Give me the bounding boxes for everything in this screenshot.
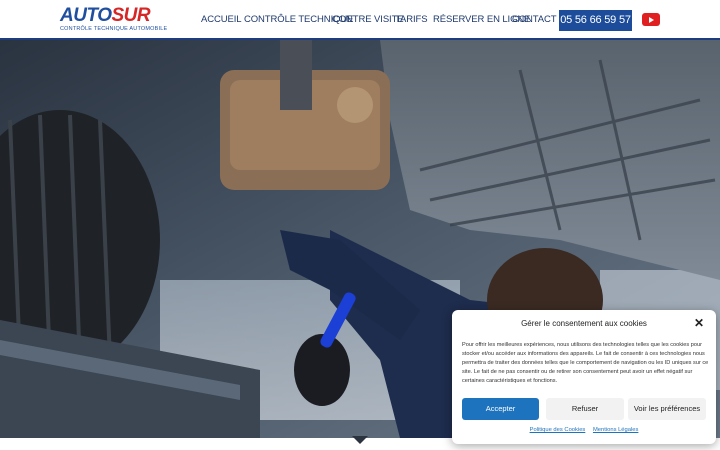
- preferences-button[interactable]: Voir les préférences: [628, 398, 706, 420]
- nav-tarifs[interactable]: TARIFS: [395, 14, 428, 25]
- legal-notice-link[interactable]: Mentions Légales: [593, 427, 638, 433]
- phone-button[interactable]: 05 56 66 59 57: [559, 10, 632, 31]
- nav-contact[interactable]: CONTACT: [512, 14, 557, 25]
- scroll-down-icon[interactable]: [352, 436, 368, 444]
- consent-title: Gérer le consentement aux cookies: [521, 319, 647, 328]
- nav-accueil[interactable]: ACCUEIL: [201, 14, 242, 25]
- cookie-policy-link[interactable]: Politique des Cookies: [530, 427, 586, 433]
- accept-button[interactable]: Accepter: [462, 398, 539, 420]
- logo-wordmark: AUTOSUR: [60, 6, 156, 25]
- refuse-button[interactable]: Refuser: [546, 398, 624, 420]
- consent-body: Pour offrir les meilleures expériences, …: [462, 342, 709, 384]
- close-icon[interactable]: ✕: [694, 317, 704, 329]
- logo-tagline: CONTRÔLE TECHNIQUE AUTOMOBILE: [60, 26, 168, 32]
- logo-brand-a: AUTO: [60, 5, 112, 26]
- autosur-logo[interactable]: AUTOSUR CONTRÔLE TECHNIQUE AUTOMOBILE: [60, 6, 168, 34]
- logo-brand-b: SUR: [111, 5, 151, 26]
- site-header: AUTOSUR CONTRÔLE TECHNIQUE AUTOMOBILE AC…: [0, 0, 720, 40]
- nav-contre-visite[interactable]: CONTRE VISITE: [332, 14, 404, 25]
- youtube-icon[interactable]: [642, 13, 660, 26]
- consent-links: Politique des Cookies Mentions Légales: [452, 427, 716, 433]
- cookie-consent-dialog: Gérer le consentement aux cookies ✕ Pour…: [452, 310, 716, 444]
